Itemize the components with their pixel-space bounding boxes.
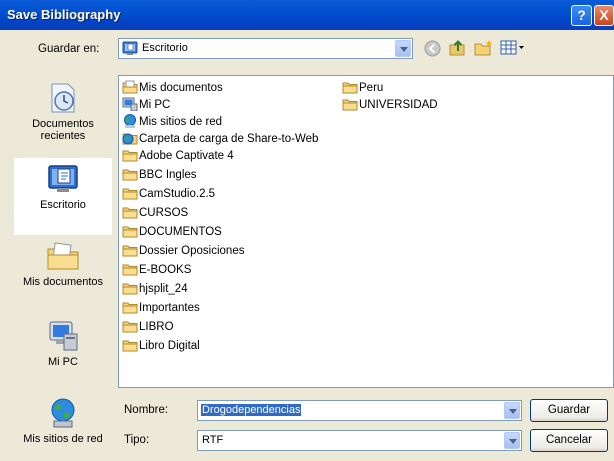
list-item-label: Libro Digital	[139, 340, 200, 352]
list-item[interactable]: Peru	[342, 80, 383, 97]
title-bar[interactable]: Save Bibliography ? X	[0, 0, 614, 30]
list-item[interactable]: Mis sitios de red	[122, 113, 223, 131]
filetype-select[interactable]: RTF	[197, 430, 522, 451]
list-item-label: UNIVERSIDAD	[359, 99, 438, 111]
my-documents-icon	[122, 80, 138, 94]
network-places-icon	[46, 397, 80, 429]
place-label-line1: Escritorio	[40, 199, 86, 211]
window-title: Save Bibliography	[7, 7, 121, 22]
folder-icon	[122, 319, 138, 333]
list-item[interactable]: Carpeta de carga de Share-to-Web	[122, 131, 318, 148]
filename-value: Drogodependencias	[201, 404, 302, 416]
filename-label: Nombre:	[124, 404, 169, 416]
list-item[interactable]: Importantes	[122, 300, 200, 317]
filetype-label: Tipo:	[124, 434, 150, 446]
list-item-label: Carpeta de carga de Share-to-Web	[139, 133, 319, 145]
help-button[interactable]: ?	[571, 5, 592, 26]
network-places-icon	[122, 113, 138, 128]
list-item[interactable]: Dossier Oposiciones	[122, 243, 244, 260]
save-in-dropdown[interactable]: Escritorio	[118, 38, 413, 59]
list-item[interactable]: CURSOS	[122, 205, 188, 222]
place-my-documents[interactable]: Mis documentos	[14, 240, 112, 300]
place-my-computer[interactable]: Mi PC	[14, 320, 112, 380]
place-recent-documents[interactable]: Documentos recientes	[14, 82, 112, 152]
close-button[interactable]: X	[594, 5, 614, 26]
list-item[interactable]: UNIVERSIDAD	[342, 97, 438, 114]
list-item-label: Dossier Oposiciones	[139, 245, 245, 257]
list-item-label: LIBRO	[139, 321, 174, 333]
save-button[interactable]: Guardar	[530, 399, 608, 422]
folder-icon	[122, 167, 138, 181]
list-item[interactable]: BBC Ingles	[122, 167, 197, 184]
folder-icon	[122, 281, 138, 295]
save-in-value: Escritorio	[142, 42, 188, 54]
chevron-down-icon[interactable]	[504, 432, 520, 449]
list-item[interactable]: DOCUMENTOS	[122, 224, 222, 241]
cancel-button[interactable]: Cancelar	[530, 429, 608, 452]
place-label-line1: Mis sitios de red	[23, 433, 103, 445]
recent-documents-icon	[46, 82, 80, 114]
list-item-label: E-BOOKS	[139, 264, 192, 276]
list-item-label: BBC Ingles	[139, 169, 197, 181]
folder-icon	[122, 262, 138, 276]
list-item[interactable]: LIBRO	[122, 319, 174, 336]
list-item-label: Mis documentos	[139, 82, 223, 94]
save-dialog: Save Bibliography ? X Guardar en: Escrit…	[0, 0, 614, 461]
new-folder-icon[interactable]	[474, 39, 494, 57]
folder-icon	[342, 80, 358, 94]
list-item[interactable]: Mis documentos	[122, 80, 223, 97]
desktop-icon	[122, 41, 138, 55]
up-folder-icon[interactable]	[449, 39, 467, 57]
my-documents-icon	[46, 240, 80, 272]
list-item[interactable]: Adobe Captivate 4	[122, 148, 234, 165]
folder-icon	[122, 243, 138, 257]
place-desktop[interactable]: Escritorio	[14, 158, 112, 235]
list-item-label: Importantes	[139, 302, 200, 314]
list-item[interactable]: E-BOOKS	[122, 262, 191, 279]
folder-icon	[122, 338, 138, 352]
list-item-label: CURSOS	[139, 207, 189, 219]
chevron-down-icon[interactable]	[504, 402, 520, 419]
folder-icon	[122, 224, 138, 238]
list-item-label: Mis sitios de red	[139, 116, 223, 128]
file-list[interactable]: Mis documentos Mi PC Mis sitios de red C…	[118, 75, 614, 388]
folder-icon	[342, 97, 358, 111]
list-item-label: hjsplit_24	[139, 283, 188, 295]
my-computer-icon	[46, 320, 80, 352]
list-item-label: DOCUMENTOS	[139, 226, 222, 238]
place-label-line1: Mis documentos	[22, 276, 104, 288]
my-computer-icon	[122, 97, 138, 112]
list-item-label: Mi PC	[139, 99, 171, 111]
folder-icon	[122, 186, 138, 200]
list-item[interactable]: hjsplit_24	[122, 281, 188, 298]
filename-field[interactable]: Drogodependencias	[197, 400, 522, 421]
list-item[interactable]: Libro Digital	[122, 338, 200, 355]
place-label-line2: recientes	[40, 130, 86, 142]
chevron-down-icon[interactable]	[395, 40, 411, 57]
list-item-label: CamStudio.2.5	[139, 188, 216, 200]
place-network[interactable]: Mis sitios de red	[14, 397, 112, 445]
folder-icon	[122, 205, 138, 219]
list-item-label: Adobe Captivate 4	[139, 150, 234, 162]
places-bar: Documentos recientes Escritorio Mis docu…	[14, 75, 112, 445]
web-folder-icon	[122, 131, 138, 145]
desktop-icon	[46, 163, 80, 195]
list-item[interactable]: CamStudio.2.5	[122, 186, 215, 203]
place-label-line1: Documentos	[32, 118, 94, 130]
list-item[interactable]: Mi PC	[122, 97, 170, 114]
folder-icon	[122, 148, 138, 162]
folder-icon	[122, 300, 138, 314]
view-menu-icon[interactable]	[500, 40, 526, 56]
filetype-value: RTF	[202, 434, 224, 446]
back-icon[interactable]	[424, 40, 441, 57]
list-item-label: Peru	[359, 82, 384, 94]
save-in-label: Guardar en:	[38, 43, 100, 55]
place-label-line1: Mi PC	[48, 356, 78, 368]
